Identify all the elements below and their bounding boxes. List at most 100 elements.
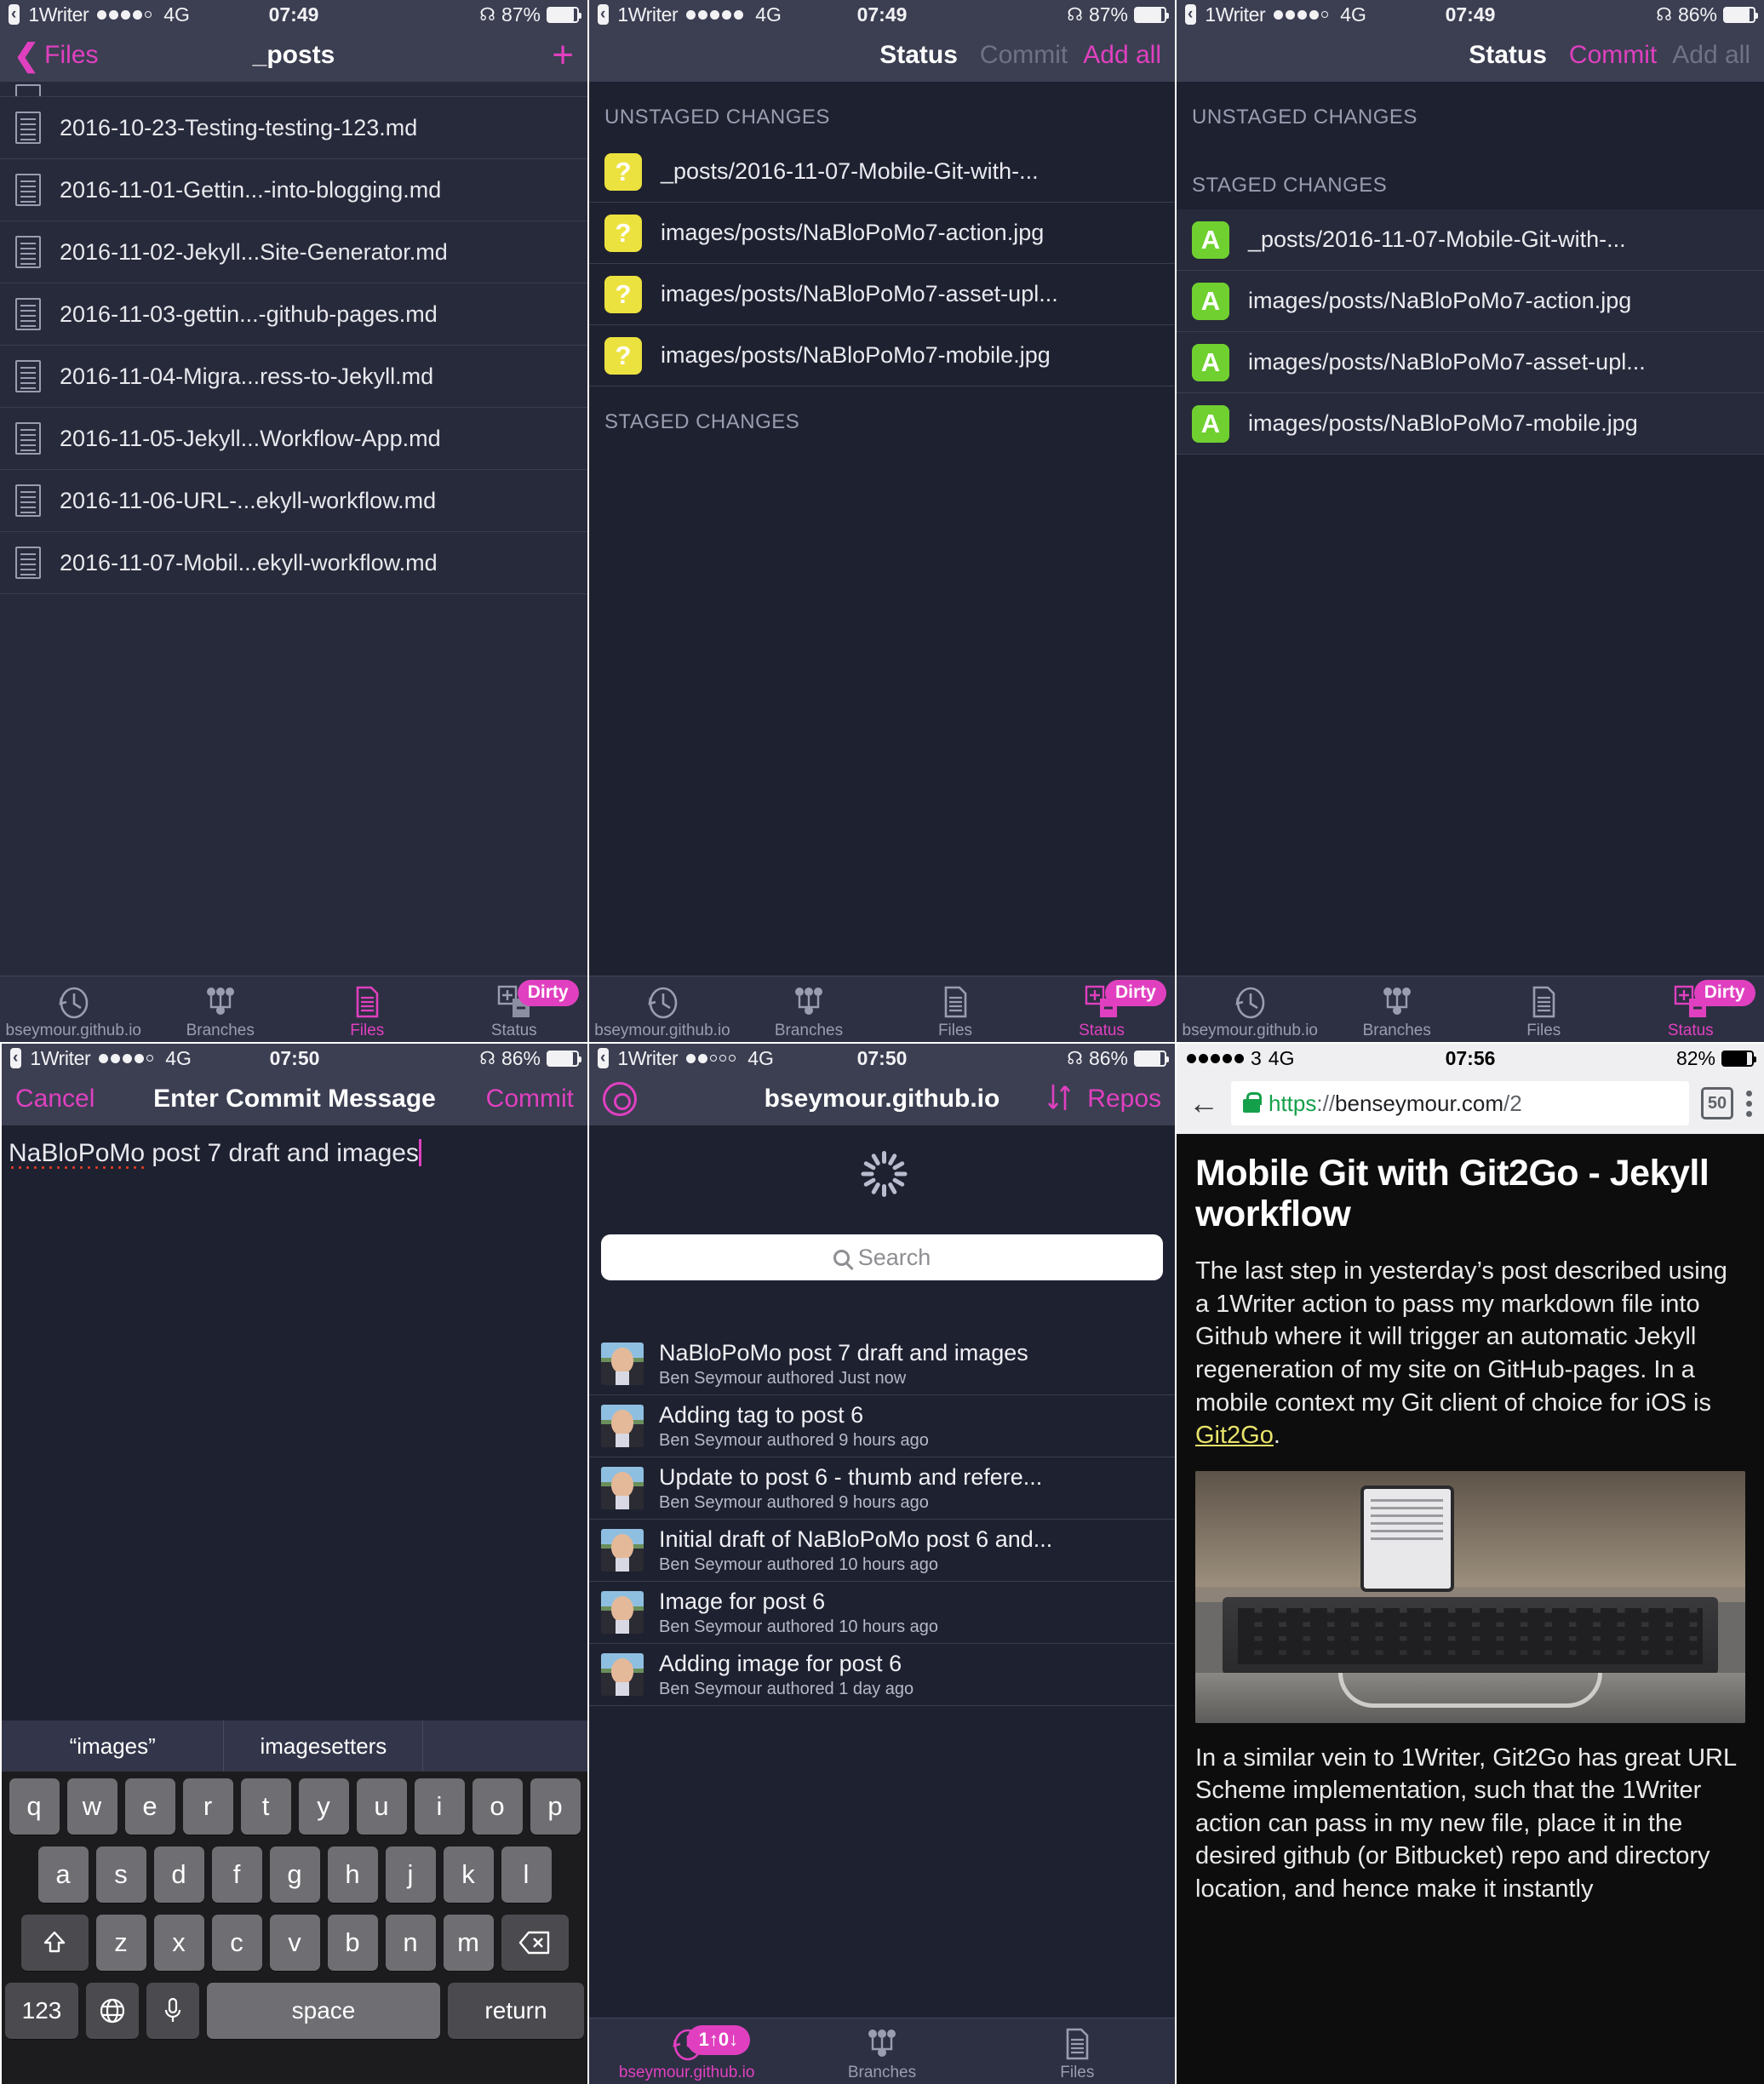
commit-button[interactable]: Commit — [1569, 41, 1657, 70]
commit-list-item[interactable]: Adding tag to post 6 Ben Seymour authore… — [589, 1395, 1175, 1457]
status-back-chevron[interactable]: ‹ — [598, 4, 610, 25]
file-list-item[interactable]: 2016-11-03-gettin...-github-pages.md — [0, 283, 587, 346]
status-back-chevron[interactable]: ‹ — [9, 4, 20, 25]
space-key[interactable]: space — [207, 1983, 440, 2039]
key-j[interactable]: j — [385, 1846, 436, 1903]
key-q[interactable]: q — [9, 1778, 60, 1835]
backspace-delete-icon[interactable] — [501, 1915, 569, 1971]
key-v[interactable]: v — [269, 1915, 320, 1971]
prediction-item[interactable] — [423, 1720, 587, 1772]
change-row[interactable]: A images/posts/NaBloPoMo7-action.jpg — [1177, 271, 1764, 332]
sync-down-up-arrows-icon[interactable] — [1045, 1081, 1074, 1118]
prediction-item[interactable]: imagesetters — [224, 1720, 424, 1772]
key-r[interactable]: r — [182, 1778, 233, 1835]
tab-history[interactable]: 1↑0↓ bseymour.github.io — [589, 2018, 784, 2084]
change-row[interactable]: ? images/posts/NaBloPoMo7-mobile.jpg — [589, 325, 1175, 386]
change-row[interactable]: ? images/posts/NaBloPoMo7-action.jpg — [589, 203, 1175, 264]
files-list[interactable]: 2016-10-23-Testing-testing-123.md 2016-1… — [0, 82, 587, 976]
key-x[interactable]: x — [153, 1915, 204, 1971]
back-arrow-icon[interactable]: ← — [1188, 1088, 1219, 1119]
key-w[interactable]: w — [66, 1778, 117, 1835]
key-p[interactable]: p — [530, 1778, 581, 1835]
key-l[interactable]: l — [501, 1846, 552, 1903]
tab-files[interactable]: Files — [294, 976, 441, 1042]
tab-status[interactable]: Dirty Status — [441, 976, 588, 1042]
url-bar[interactable]: https://benseymour.com/2 — [1231, 1081, 1689, 1125]
key-d[interactable]: d — [153, 1846, 204, 1903]
tab-history[interactable]: bseymour.github.io — [589, 976, 736, 1042]
file-list-item[interactable]: 2016-11-01-Gettin...-into-blogging.md — [0, 159, 587, 221]
key-y[interactable]: y — [298, 1778, 349, 1835]
key-b[interactable]: b — [327, 1915, 378, 1971]
key-i[interactable]: i — [414, 1778, 465, 1835]
cancel-button[interactable]: Cancel — [15, 1085, 94, 1114]
key-h[interactable]: h — [327, 1846, 378, 1903]
git2go-link[interactable]: Git2Go — [1195, 1422, 1274, 1449]
file-list-item[interactable]: 2016-11-05-Jekyll...Workflow-App.md — [0, 408, 587, 470]
return-key[interactable]: return — [448, 1983, 584, 2039]
commit-message-input[interactable]: NaBloPoMo post 7 draft and images — [2, 1125, 428, 1182]
numbers-key[interactable]: 123 — [5, 1983, 78, 2039]
key-m[interactable]: m — [443, 1915, 494, 1971]
microphone-dictation-icon[interactable] — [146, 1983, 199, 2039]
key-e[interactable]: e — [124, 1778, 175, 1835]
status-back-chevron[interactable]: ‹ — [10, 1048, 22, 1068]
add-file-button[interactable]: + — [552, 36, 574, 74]
tab-branches[interactable]: Branches — [736, 976, 882, 1042]
tab-history[interactable]: bseymour.github.io — [1177, 976, 1324, 1042]
commit-message-editor[interactable]: NaBloPoMo post 7 draft and images “image… — [2, 1125, 587, 2084]
gear-settings-icon[interactable] — [603, 1082, 637, 1116]
commit-list-item[interactable]: Image for post 6 Ben Seymour authored 10… — [589, 1582, 1175, 1644]
tab-branches[interactable]: Branches — [147, 976, 295, 1042]
file-list-item[interactable]: 2016-10-23-Testing-testing-123.md — [0, 97, 587, 159]
key-c[interactable]: c — [211, 1915, 262, 1971]
tab-count-button[interactable]: 50 — [1701, 1087, 1733, 1119]
key-f[interactable]: f — [211, 1846, 262, 1903]
tab-files[interactable]: Files — [1470, 976, 1618, 1042]
status-back-chevron[interactable]: ‹ — [1185, 4, 1197, 25]
search-input[interactable]: Search — [601, 1234, 1163, 1280]
key-t[interactable]: t — [240, 1778, 291, 1835]
status-back-chevron[interactable]: ‹ — [598, 1048, 610, 1068]
key-u[interactable]: u — [356, 1778, 407, 1835]
tab-branches[interactable]: Branches — [784, 2018, 979, 2084]
tab-status[interactable]: Dirty Status — [1028, 976, 1175, 1042]
key-s[interactable]: s — [95, 1846, 146, 1903]
shift-up-arrow-icon[interactable] — [20, 1915, 89, 1971]
key-o[interactable]: o — [472, 1778, 523, 1835]
commit-list-item[interactable]: Initial draft of NaBloPoMo post 6 and...… — [589, 1520, 1175, 1582]
file-list-item[interactable]: 2016-11-06-URL-...ekyll-workflow.md — [0, 470, 587, 532]
commit-button[interactable]: Commit — [980, 41, 1068, 70]
key-z[interactable]: z — [95, 1915, 146, 1971]
key-k[interactable]: k — [443, 1846, 494, 1903]
tab-branches[interactable]: Branches — [1324, 976, 1471, 1042]
change-row[interactable]: A _posts/2016-11-07-Mobile-Git-with-... — [1177, 209, 1764, 271]
status-list[interactable]: UNSTAGED CHANGES STAGED CHANGES A _posts… — [1177, 82, 1764, 976]
file-list-item[interactable]: 2016-11-07-Mobil...ekyll-workflow.md — [0, 532, 587, 594]
tab-history[interactable]: bseymour.github.io — [0, 976, 147, 1042]
add-all-button[interactable]: Add all — [1672, 41, 1750, 70]
back-to-files-button[interactable]: ❮ Files — [14, 39, 99, 70]
change-row[interactable]: ? images/posts/NaBloPoMo7-asset-upl... — [589, 264, 1175, 325]
file-list-item[interactable]: 2016-11-04-Migra...ress-to-Jekyll.md — [0, 346, 587, 408]
key-n[interactable]: n — [385, 1915, 436, 1971]
change-row[interactable]: ? _posts/2016-11-07-Mobile-Git-with-... — [589, 141, 1175, 203]
tab-status[interactable]: Dirty Status — [1618, 976, 1764, 1042]
add-all-button[interactable]: Add all — [1083, 41, 1161, 70]
prediction-item[interactable]: “images” — [2, 1720, 225, 1772]
commit-list-item[interactable]: NaBloPoMo post 7 draft and images Ben Se… — [589, 1333, 1175, 1395]
commit-list-item[interactable]: Update to post 6 - thumb and refere... B… — [589, 1457, 1175, 1520]
tab-files[interactable]: Files — [980, 2018, 1175, 2084]
file-list-item[interactable]: 2016-11-02-Jekyll...Site-Generator.md — [0, 221, 587, 283]
kebab-menu-icon[interactable] — [1745, 1090, 1752, 1117]
globe-language-icon[interactable] — [86, 1983, 139, 2039]
commit-list-item[interactable]: Adding image for post 6 Ben Seymour auth… — [589, 1644, 1175, 1706]
change-row[interactable]: A images/posts/NaBloPoMo7-asset-upl... — [1177, 332, 1764, 393]
commit-button[interactable]: Commit — [486, 1085, 574, 1114]
list-item-partial[interactable] — [0, 82, 587, 97]
key-a[interactable]: a — [37, 1846, 89, 1903]
tab-files[interactable]: Files — [882, 976, 1028, 1042]
change-row[interactable]: A images/posts/NaBloPoMo7-mobile.jpg — [1177, 393, 1764, 455]
repos-button[interactable]: Repos — [1087, 1085, 1161, 1114]
status-list[interactable]: UNSTAGED CHANGES ? _posts/2016-11-07-Mob… — [589, 82, 1175, 976]
